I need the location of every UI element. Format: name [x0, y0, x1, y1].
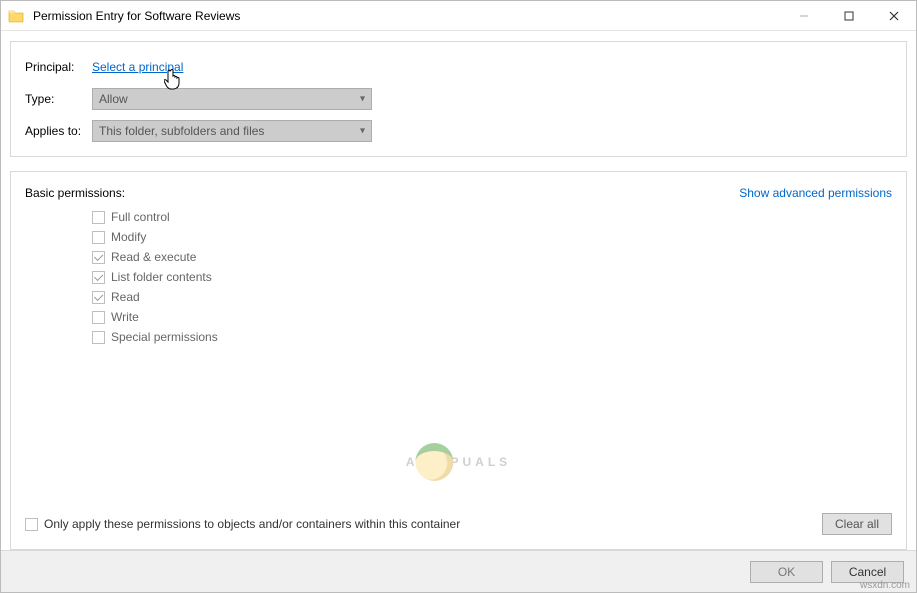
permission-label: List folder contents	[111, 270, 212, 284]
permission-label: Read	[111, 290, 140, 304]
permission-label: Special permissions	[111, 330, 218, 344]
permission-item[interactable]: Modify	[92, 230, 892, 244]
only-apply-row[interactable]: Only apply these permissions to objects …	[25, 517, 460, 531]
select-principal-link[interactable]: Select a principal	[92, 60, 183, 74]
titlebar: Permission Entry for Software Reviews	[1, 1, 916, 31]
chevron-down-icon: ▾	[360, 94, 365, 105]
ok-button[interactable]: OK	[750, 561, 823, 583]
folder-icon	[1, 8, 31, 24]
type-row: Type: Allow ▾	[25, 88, 892, 110]
permission-item[interactable]: Full control	[92, 210, 892, 224]
permission-item[interactable]: List folder contents	[92, 270, 892, 284]
permissions-bottom-row: Only apply these permissions to objects …	[25, 495, 892, 535]
permission-item[interactable]: Write	[92, 310, 892, 324]
window-title: Permission Entry for Software Reviews	[31, 9, 781, 23]
permission-label: Read & execute	[111, 250, 196, 264]
permission-checkbox[interactable]	[92, 291, 105, 304]
close-button[interactable]	[871, 1, 916, 30]
permission-checkbox[interactable]	[92, 271, 105, 284]
permissions-group: Basic permissions: Show advanced permiss…	[10, 171, 907, 550]
chevron-down-icon: ▾	[360, 126, 365, 137]
principal-label: Principal:	[25, 60, 92, 74]
type-value: Allow	[99, 92, 128, 106]
permissions-header: Basic permissions: Show advanced permiss…	[25, 186, 892, 200]
permission-checkbox[interactable]	[92, 311, 105, 324]
minimize-button[interactable]	[781, 1, 826, 30]
dialog-content: Principal: Select a principal Type: Allo…	[1, 31, 916, 550]
permission-label: Full control	[111, 210, 170, 224]
window-controls	[781, 1, 916, 30]
principal-row: Principal: Select a principal	[25, 56, 892, 78]
permissions-list: Full control Modify Read & execute List fol…	[92, 210, 892, 344]
footer-note: wsxdn.com	[860, 580, 910, 591]
applies-value: This folder, subfolders and files	[99, 124, 264, 138]
permission-checkbox[interactable]	[92, 251, 105, 264]
applies-label: Applies to:	[25, 124, 92, 138]
maximize-button[interactable]	[826, 1, 871, 30]
applies-row: Applies to: This folder, subfolders and …	[25, 120, 892, 142]
permission-checkbox[interactable]	[92, 331, 105, 344]
applies-combobox[interactable]: This folder, subfolders and files ▾	[92, 120, 372, 142]
clear-all-button[interactable]: Clear all	[822, 513, 892, 535]
permission-item[interactable]: Read	[92, 290, 892, 304]
basic-permissions-label: Basic permissions:	[25, 186, 125, 200]
permission-item[interactable]: Read & execute	[92, 250, 892, 264]
type-label: Type:	[25, 92, 92, 106]
principal-group: Principal: Select a principal Type: Allo…	[10, 41, 907, 157]
permission-checkbox[interactable]	[92, 211, 105, 224]
permission-label: Write	[111, 310, 139, 324]
only-apply-label: Only apply these permissions to objects …	[44, 517, 460, 531]
permission-checkbox[interactable]	[92, 231, 105, 244]
only-apply-checkbox[interactable]	[25, 518, 38, 531]
permission-item[interactable]: Special permissions	[92, 330, 892, 344]
type-combobox[interactable]: Allow ▾	[92, 88, 372, 110]
show-advanced-link[interactable]: Show advanced permissions	[739, 186, 892, 200]
watermark: A PUALS	[406, 443, 511, 481]
dialog-footer: OK Cancel	[1, 550, 916, 592]
permission-label: Modify	[111, 230, 146, 244]
dialog-window: Permission Entry for Software Reviews Pr…	[0, 0, 917, 593]
mascot-icon	[416, 443, 454, 481]
